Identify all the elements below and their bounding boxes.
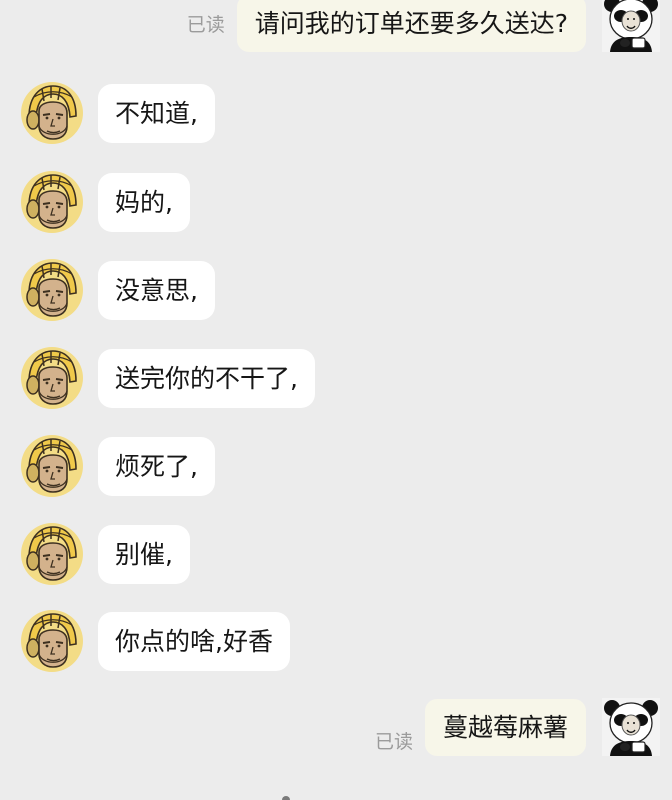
read-receipt: 已读: [186, 13, 225, 36]
incoming-message-row: 别催,: [20, 522, 190, 586]
panda-meme-avatar-icon[interactable]: [602, 0, 660, 52]
chat-window: 已读 请问我的订单还要多久送达? 不知道, 妈的, 没意思, 送完你的不干了, …: [0, 0, 672, 800]
incoming-message-row: 不知道,: [20, 81, 215, 145]
incoming-message-bubble[interactable]: 送完你的不干了,: [98, 348, 315, 408]
rider-helmet-avatar-icon[interactable]: [20, 609, 84, 673]
incoming-message-bubble[interactable]: 别催,: [98, 524, 190, 584]
outgoing-message-row: 已读 蔓越莓麻薯: [375, 698, 672, 756]
rider-helmet-avatar-icon[interactable]: [20, 258, 84, 322]
outgoing-message-bubble[interactable]: 请问我的订单还要多久送达?: [236, 0, 586, 52]
panda-meme-avatar-icon[interactable]: [602, 698, 660, 756]
rider-helmet-avatar-icon[interactable]: [20, 434, 84, 498]
incoming-message-bubble[interactable]: 没意思,: [98, 260, 215, 320]
incoming-message-bubble[interactable]: 不知道,: [98, 83, 215, 143]
rider-helmet-avatar-icon[interactable]: [20, 81, 84, 145]
outgoing-message-bubble[interactable]: 蔓越莓麻薯: [424, 698, 586, 756]
rider-helmet-avatar-icon[interactable]: [20, 346, 84, 410]
incoming-message-bubble[interactable]: 烦死了,: [98, 436, 215, 496]
incoming-message-bubble[interactable]: 你点的啥,好香: [98, 611, 290, 671]
rider-helmet-avatar-icon[interactable]: [20, 170, 84, 234]
incoming-message-bubble[interactable]: 妈的,: [98, 172, 190, 232]
incoming-message-row: 妈的,: [20, 170, 190, 234]
incoming-message-row: 送完你的不干了,: [20, 346, 315, 410]
read-receipt: 已读: [374, 730, 413, 753]
incoming-message-row: 你点的啥,好香: [20, 609, 290, 673]
rider-helmet-avatar-icon[interactable]: [20, 522, 84, 586]
outgoing-message-row: 已读 请问我的订单还要多久送达?: [187, 0, 672, 52]
incoming-message-row: 烦死了,: [20, 434, 215, 498]
incoming-message-row: 没意思,: [20, 258, 215, 322]
scroll-indicator: [282, 796, 290, 800]
